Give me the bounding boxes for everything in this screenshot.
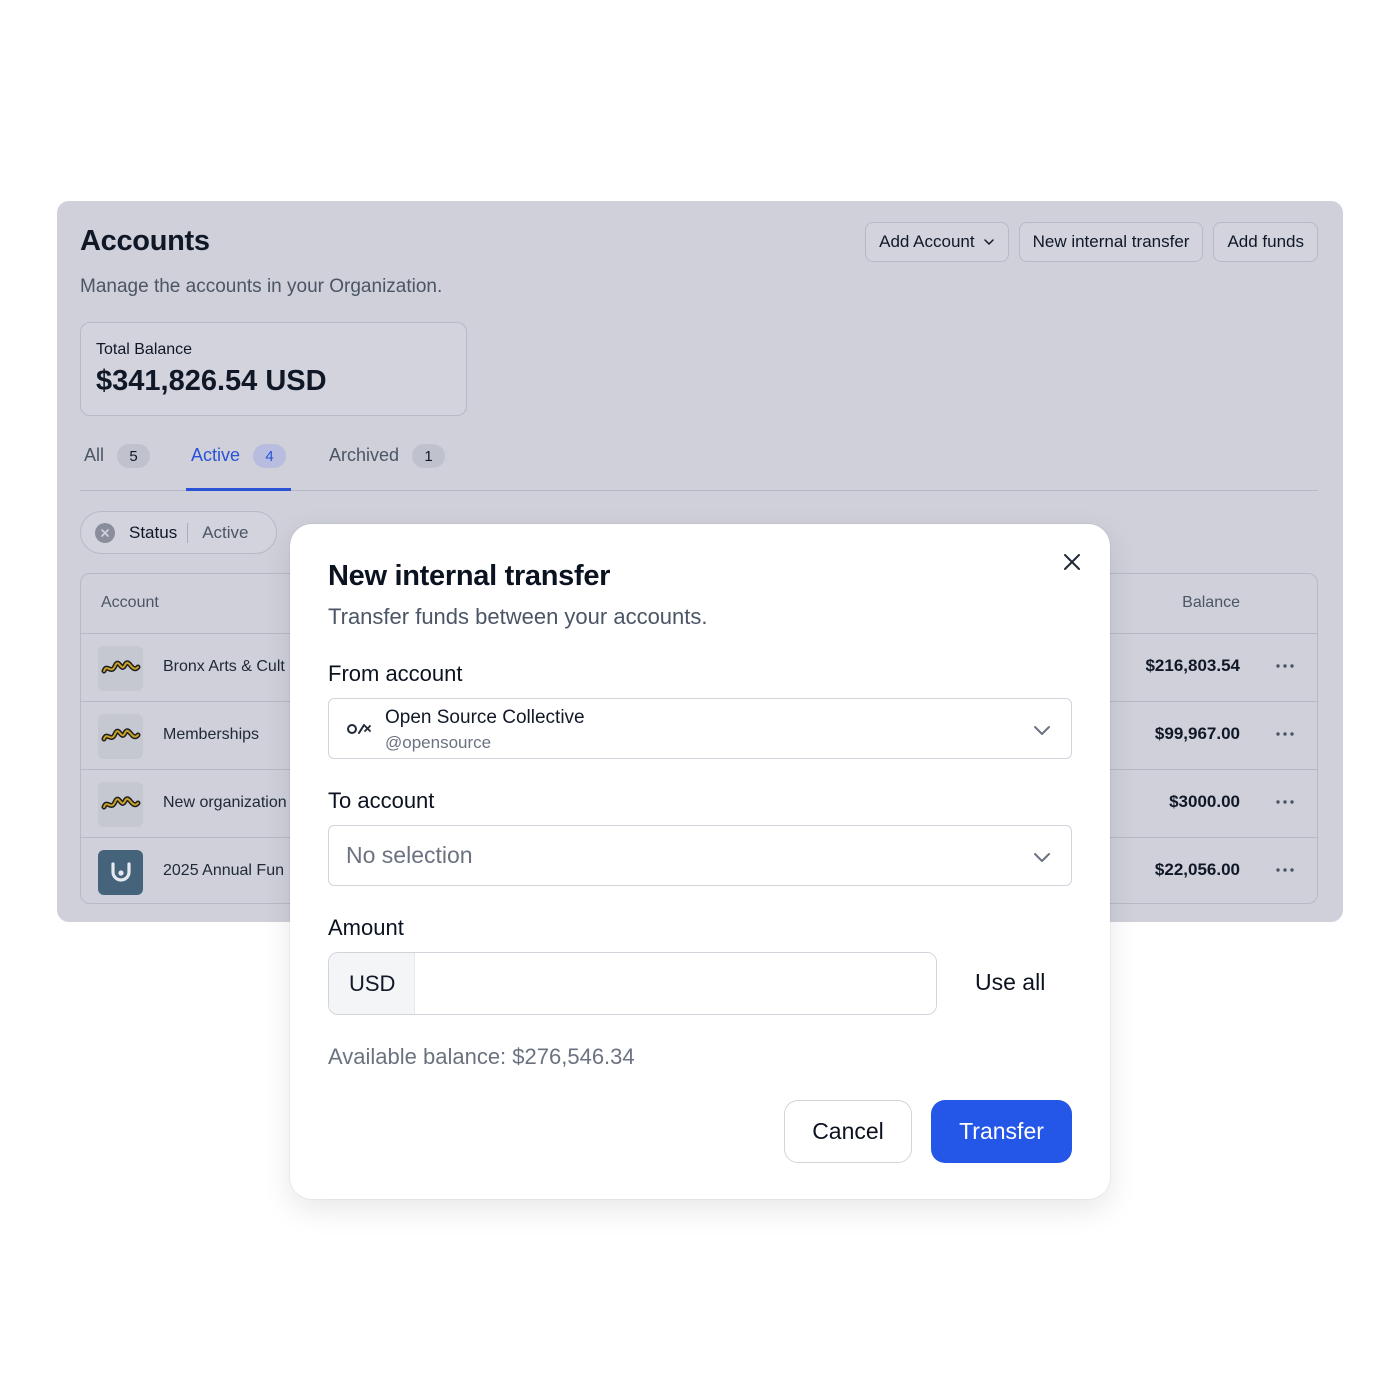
filter-label: Status <box>129 522 189 543</box>
tab-label: All <box>84 445 105 465</box>
account-balance: $22,056.00 <box>1154 860 1240 879</box>
tab-count: 5 <box>117 444 151 468</box>
clear-filter-icon[interactable] <box>95 522 115 543</box>
header-actions: Add Account New internal transfer Add fu… <box>865 222 1318 262</box>
add-funds-label: Add funds <box>1227 232 1304 251</box>
total-balance-value: $341,826.54 USD <box>96 365 327 397</box>
column-header-account: Account <box>101 594 159 611</box>
tab-count: 1 <box>412 444 446 468</box>
to-account-label: To account <box>328 788 435 813</box>
status-filter-chip[interactable]: Status Active <box>80 511 277 554</box>
available-balance: Available balance: $276,546.34 <box>328 1044 635 1070</box>
from-account-name: Open Source Collective <box>385 707 585 728</box>
total-balance-card: Total Balance $341,826.54 USD <box>80 322 467 416</box>
account-name: Bronx Arts & Cult <box>163 658 285 675</box>
available-balance-label: Available balance: <box>328 1044 507 1069</box>
add-funds-button[interactable]: Add funds <box>1213 222 1318 262</box>
more-options-icon[interactable] <box>1273 651 1297 681</box>
tab-label: Active <box>191 445 241 465</box>
new-internal-transfer-label: New internal transfer <box>1032 232 1190 251</box>
account-name: New organization <box>163 794 287 811</box>
graffiti-logo-icon <box>98 714 143 759</box>
tab-count: 4 <box>253 444 287 468</box>
currency-addon: USD <box>329 953 415 1014</box>
page-title: Accounts <box>80 225 210 257</box>
chevron-down-icon <box>1034 853 1050 862</box>
dialog-subtitle: Transfer funds between your accounts. <box>328 604 708 629</box>
close-icon[interactable] <box>1058 548 1086 576</box>
use-all-button[interactable]: Use all <box>975 969 1045 996</box>
graffiti-logo-icon <box>98 646 143 691</box>
amount-input[interactable] <box>415 953 936 1014</box>
total-balance-label: Total Balance <box>96 341 193 358</box>
from-account-handle: @opensource <box>385 733 492 752</box>
add-account-label: Add Account <box>879 232 975 251</box>
more-options-icon[interactable] <box>1273 855 1297 885</box>
available-balance-value: $276,546.34 <box>512 1044 635 1069</box>
more-options-icon[interactable] <box>1273 719 1297 749</box>
tab-active[interactable]: Active 4 <box>186 441 292 491</box>
transfer-button[interactable]: Transfer <box>931 1100 1072 1163</box>
chevron-down-icon <box>1034 726 1050 735</box>
account-balance: $216,803.54 <box>1145 656 1240 675</box>
tab-label: Archived <box>329 445 400 465</box>
amount-label: Amount <box>328 915 404 940</box>
to-account-placeholder: No selection <box>346 842 473 868</box>
column-header-balance: Balance <box>1182 594 1240 611</box>
filter-value: Active <box>202 522 249 542</box>
cup-logo-icon <box>98 850 143 895</box>
from-account-label: From account <box>328 661 463 686</box>
chevron-down-icon <box>983 239 994 245</box>
account-balance: $99,967.00 <box>1154 724 1240 743</box>
new-internal-transfer-button[interactable]: New internal transfer <box>1018 222 1204 262</box>
account-tabs: All 5 Active 4 Archived 1 <box>80 441 1318 491</box>
more-options-icon[interactable] <box>1273 787 1297 817</box>
amount-field-group: USD <box>328 952 937 1015</box>
graffiti-logo-icon <box>98 782 143 827</box>
tab-all[interactable]: All 5 <box>84 441 151 491</box>
account-balance: $3000.00 <box>1169 792 1240 811</box>
add-account-button[interactable]: Add Account <box>865 222 1009 262</box>
page-subtitle: Manage the accounts in your Organization… <box>80 276 443 297</box>
from-account-select[interactable]: Open Source Collective @opensource <box>328 698 1072 759</box>
to-account-select[interactable]: No selection <box>328 825 1072 886</box>
dialog-title: New internal transfer <box>328 560 611 592</box>
tab-archived[interactable]: Archived 1 <box>329 441 446 491</box>
account-name: Memberships <box>163 726 260 743</box>
cancel-button[interactable]: Cancel <box>784 1100 912 1163</box>
new-internal-transfer-dialog: New internal transfer Transfer funds bet… <box>290 524 1110 1199</box>
open-collective-logo-icon <box>347 724 371 734</box>
account-name: 2025 Annual Fun <box>163 862 284 879</box>
